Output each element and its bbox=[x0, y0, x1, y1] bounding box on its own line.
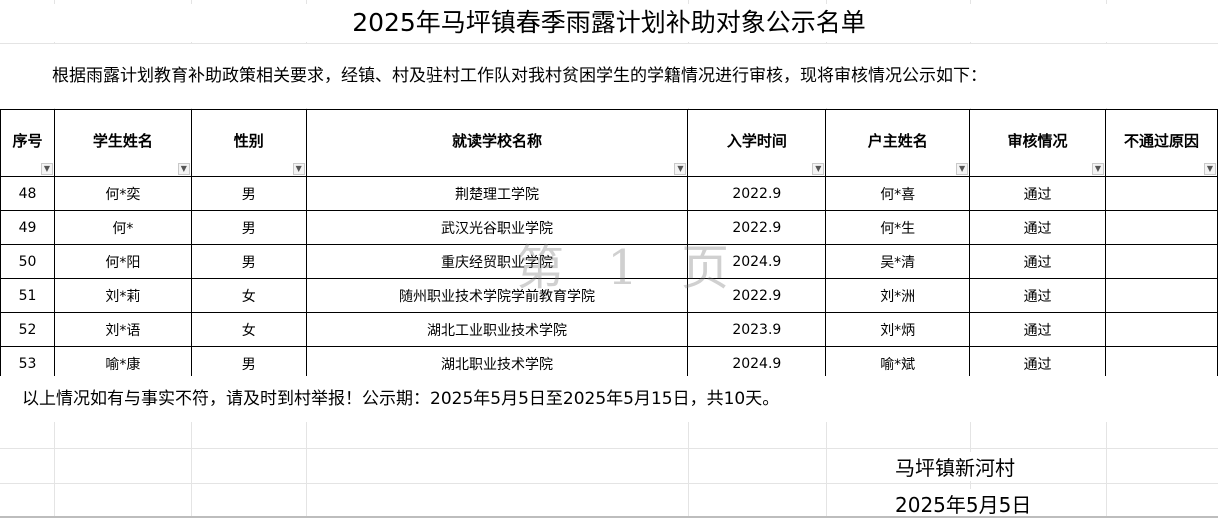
cell-review-status[interactable]: 通过 bbox=[969, 210, 1106, 245]
filter-dropdown-icon[interactable]: ▼ bbox=[956, 163, 969, 175]
filter-dropdown-icon[interactable]: ▼ bbox=[1204, 163, 1216, 175]
cell-householder[interactable]: 吴*清 bbox=[825, 244, 971, 279]
cell-index[interactable]: 51 bbox=[0, 278, 55, 313]
cell-student-name[interactable]: 何*奕 bbox=[53, 176, 192, 211]
header-cell-review-status: 审核情况 ▼ bbox=[969, 109, 1106, 177]
cell-fail-reason[interactable] bbox=[1105, 244, 1218, 279]
cell-fail-reason[interactable] bbox=[1105, 176, 1218, 211]
gridline bbox=[0, 448, 1218, 449]
cell-student-name[interactable]: 何*阳 bbox=[53, 244, 192, 279]
cell-index[interactable]: 50 bbox=[0, 244, 55, 279]
cell-enroll-date[interactable]: 2023.9 bbox=[687, 312, 827, 347]
cell-review-status[interactable]: 通过 bbox=[969, 176, 1106, 211]
header-cell-householder: 户主姓名 ▼ bbox=[825, 109, 971, 177]
signature-org: 马坪镇新河村 bbox=[895, 452, 1015, 481]
cell-gender[interactable]: 男 bbox=[190, 176, 307, 211]
cell-student-name[interactable]: 刘*语 bbox=[53, 312, 192, 347]
cell-index[interactable]: 48 bbox=[0, 176, 55, 211]
filter-dropdown-icon[interactable]: ▼ bbox=[812, 163, 825, 175]
table-row: 52 刘*语 女 湖北工业职业技术学院 2023.9 刘*炳 通过 bbox=[0, 312, 1218, 347]
header-cell-gender: 性别 ▼ bbox=[190, 109, 307, 177]
cell-review-status[interactable]: 通过 bbox=[969, 244, 1106, 279]
cell-school[interactable]: 湖北工业职业技术学院 bbox=[305, 312, 689, 347]
cell-householder[interactable]: 刘*洲 bbox=[825, 278, 971, 313]
header-cell-enroll-date: 入学时间 ▼ bbox=[687, 109, 827, 177]
cell-enroll-date[interactable]: 2024.9 bbox=[687, 244, 827, 279]
cell-householder[interactable]: 刘*炳 bbox=[825, 312, 971, 347]
cell-householder[interactable]: 何*生 bbox=[825, 210, 971, 245]
cell-index[interactable]: 52 bbox=[0, 312, 55, 347]
table-header-row: 序号 ▼ 学生姓名 ▼ 性别 ▼ 就读学校名称 ▼ 入学时间 ▼ 户主姓名 ▼ 审核情况 ▼ … bbox=[0, 109, 1218, 177]
cell-school[interactable]: 重庆经贸职业学院 bbox=[305, 244, 689, 279]
table-row: 50 何*阳 男 重庆经贸职业学院 2024.9 吴*清 通过 bbox=[0, 244, 1218, 279]
cell-school[interactable]: 荆楚理工学院 bbox=[305, 176, 689, 211]
intro-paragraph: 根据雨露计划教育补助政策相关要求，经镇、村及驻村工作队对我村贫困学生的学籍情况进… bbox=[0, 44, 1218, 108]
page-title: 2025年马坪镇春季雨露计划补助对象公示名单 bbox=[0, 4, 1218, 42]
cell-review-status[interactable]: 通过 bbox=[969, 278, 1106, 313]
footnote-text: 以上情况如有与事实不符，请及时到村举报！公示期：2025年5月5日至2025年5… bbox=[0, 376, 1218, 422]
table-row: 48 何*奕 男 荆楚理工学院 2022.9 何*喜 通过 bbox=[0, 176, 1218, 211]
header-cell-index: 序号 ▼ bbox=[0, 109, 55, 177]
filter-dropdown-icon[interactable]: ▼ bbox=[40, 163, 53, 175]
cell-fail-reason[interactable] bbox=[1105, 210, 1218, 245]
cell-review-status[interactable]: 通过 bbox=[969, 312, 1106, 347]
cell-gender[interactable]: 男 bbox=[190, 244, 307, 279]
cell-student-name[interactable]: 何* bbox=[53, 210, 192, 245]
cell-school[interactable]: 随州职业技术学院学前教育学院 bbox=[305, 278, 689, 313]
filter-dropdown-icon[interactable]: ▼ bbox=[177, 163, 190, 175]
cell-index[interactable]: 49 bbox=[0, 210, 55, 245]
cell-gender[interactable]: 女 bbox=[190, 278, 307, 313]
table-row: 49 何* 男 武汉光谷职业学院 2022.9 何*生 通过 bbox=[0, 210, 1218, 245]
filter-dropdown-icon[interactable]: ▼ bbox=[292, 163, 305, 175]
filter-dropdown-icon[interactable]: ▼ bbox=[1092, 163, 1104, 175]
cell-fail-reason[interactable] bbox=[1105, 312, 1218, 347]
cell-enroll-date[interactable]: 2022.9 bbox=[687, 278, 827, 313]
cell-gender[interactable]: 女 bbox=[190, 312, 307, 347]
cell-householder[interactable]: 何*喜 bbox=[825, 176, 971, 211]
filter-dropdown-icon[interactable]: ▼ bbox=[674, 163, 687, 175]
cell-enroll-date[interactable]: 2022.9 bbox=[687, 176, 827, 211]
header-cell-fail-reason: 不通过原因 ▼ bbox=[1105, 109, 1218, 177]
table-row: 51 刘*莉 女 随州职业技术学院学前教育学院 2022.9 刘*洲 通过 bbox=[0, 278, 1218, 313]
header-cell-school: 就读学校名称 ▼ bbox=[305, 109, 689, 177]
cell-school[interactable]: 武汉光谷职业学院 bbox=[305, 210, 689, 245]
cell-fail-reason[interactable] bbox=[1105, 278, 1218, 313]
header-cell-student-name: 学生姓名 ▼ bbox=[53, 109, 192, 177]
signature-date: 2025年5月5日 bbox=[895, 489, 1032, 518]
cell-enroll-date[interactable]: 2022.9 bbox=[687, 210, 827, 245]
subsidy-table: 序号 ▼ 学生姓名 ▼ 性别 ▼ 就读学校名称 ▼ 入学时间 ▼ 户主姓名 ▼ 审核情况 ▼ … bbox=[0, 109, 1218, 381]
gridline bbox=[0, 483, 1218, 484]
cell-student-name[interactable]: 刘*莉 bbox=[53, 278, 192, 313]
cell-gender[interactable]: 男 bbox=[190, 210, 307, 245]
